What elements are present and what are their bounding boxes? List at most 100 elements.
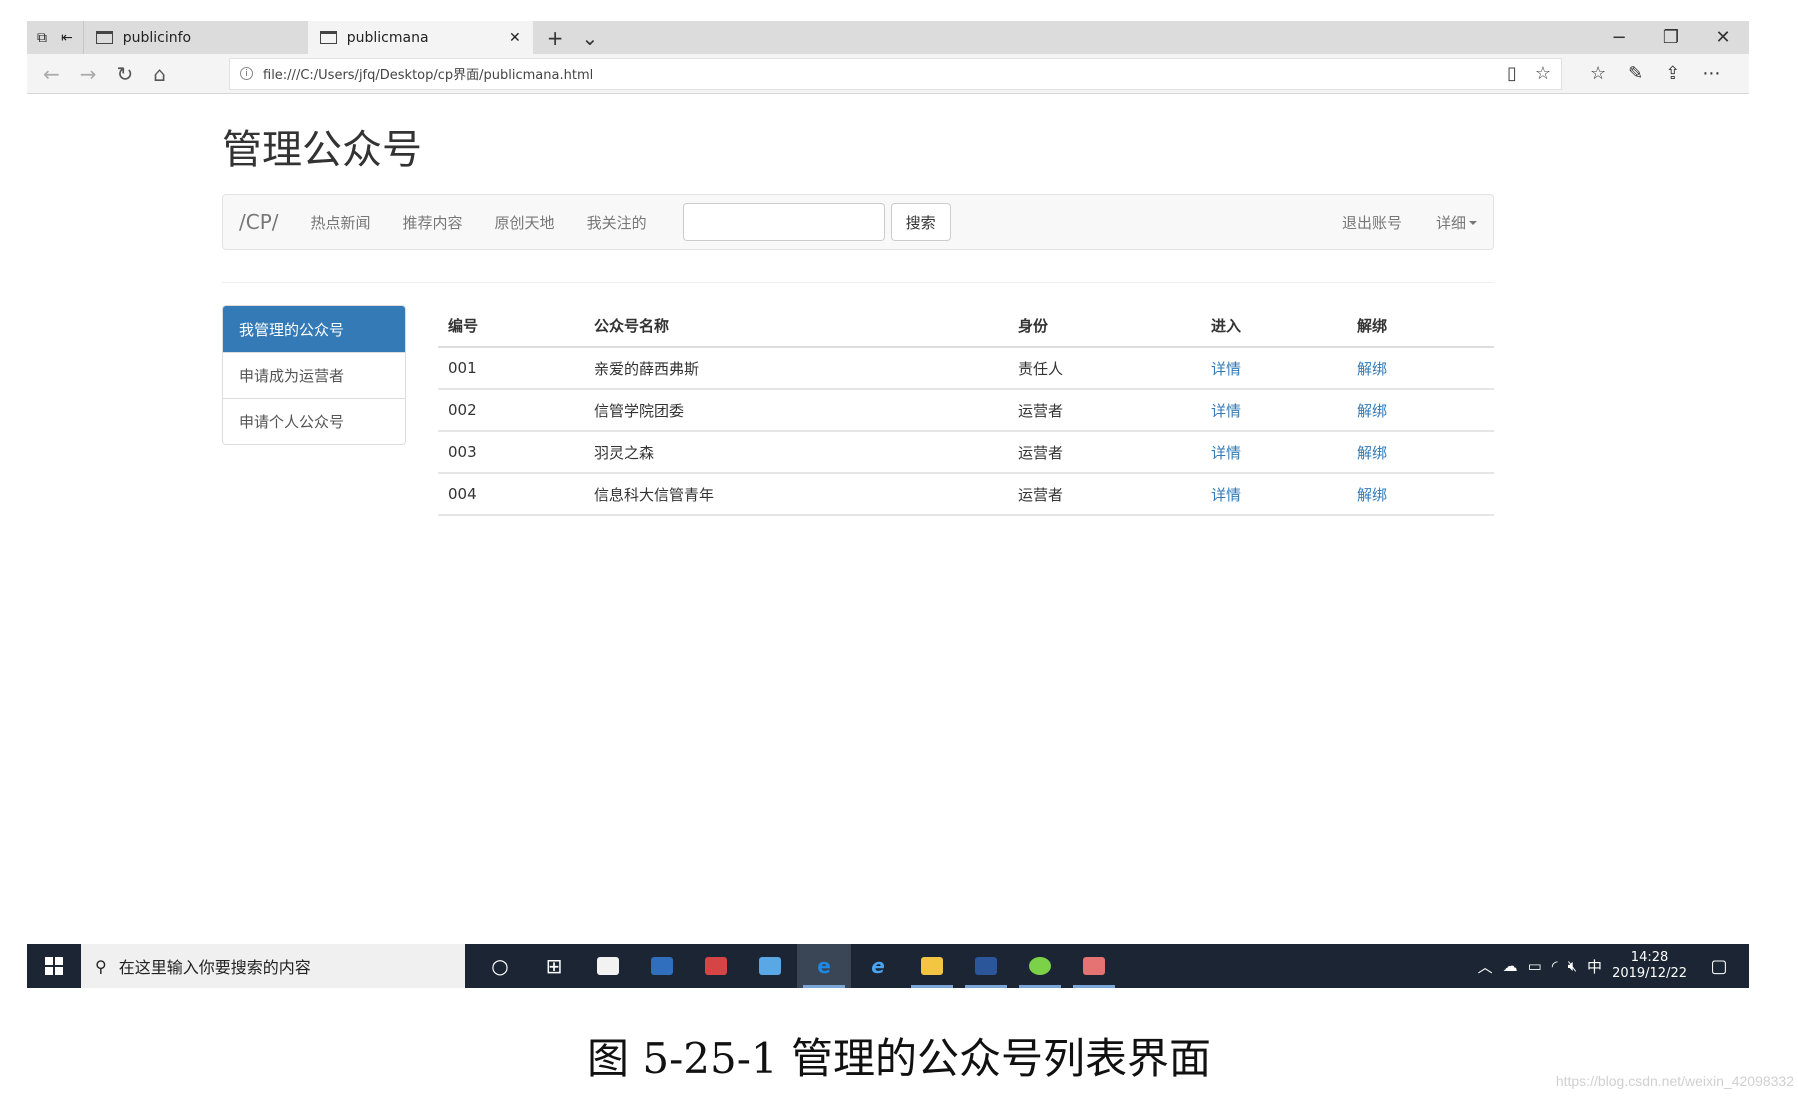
notification-center-icon[interactable]: ▢ <box>1697 956 1741 977</box>
detail-link[interactable]: 详情 <box>1211 402 1241 420</box>
header-role: 身份 <box>1008 305 1201 348</box>
cortana-icon[interactable]: ○ <box>473 944 527 988</box>
caret-down-icon <box>1469 221 1477 225</box>
cell-number: 004 <box>438 473 584 516</box>
tab-title: publicmana <box>346 29 429 46</box>
unbind-link[interactable]: 解绑 <box>1357 444 1387 462</box>
table-header-row: 编号 公众号名称 身份 进入 解绑 <box>438 305 1494 348</box>
cell-account-name: 羽灵之森 <box>584 431 1008 474</box>
detail-link[interactable]: 详情 <box>1211 360 1241 378</box>
clock-date: 2019/12/22 <box>1612 966 1687 981</box>
table-row: 003 羽灵之森 运营者 详情 解绑 <box>438 431 1494 474</box>
sidebar-item-my-accounts[interactable]: 我管理的公众号 <box>223 306 405 352</box>
cell-role: 运营者 <box>1008 473 1201 516</box>
mail-app-icon[interactable] <box>743 944 797 988</box>
wifi-icon[interactable]: ◜ <box>1552 957 1558 975</box>
more-icon[interactable]: ⋯ <box>1702 63 1720 84</box>
cell-role: 责任人 <box>1008 347 1201 390</box>
accounts-table: 编号 公众号名称 身份 进入 解绑 001 亲爱的薛西弗斯 责任人 详情 解绑 … <box>438 305 1494 516</box>
header-number: 编号 <box>438 305 584 348</box>
navigation-buttons: ← → ↻ ⌂ <box>27 62 229 86</box>
info-icon[interactable]: i <box>240 67 253 80</box>
nav-link-hot-news[interactable]: 热点新闻 <box>311 212 371 233</box>
url-actions: ▯ ☆ <box>1507 63 1551 84</box>
forward-icon[interactable]: → <box>80 62 97 86</box>
task-view-icon[interactable]: ⊞ <box>527 944 581 988</box>
chevron-down-icon[interactable]: ⌄ <box>582 26 599 50</box>
navbar-brand[interactable]: /CP/ <box>239 210 279 234</box>
volume-muted-icon[interactable]: 🔇︎ <box>1568 957 1577 975</box>
cell-account-name: 亲爱的薛西弗斯 <box>584 347 1008 390</box>
cell-number: 002 <box>438 389 584 432</box>
tab-publicinfo[interactable]: publicinfo <box>82 21 308 54</box>
cell-number: 003 <box>438 431 584 474</box>
restore-tabs-icon[interactable]: ⇤ <box>61 30 73 46</box>
tab-publicmana[interactable]: publicmana ✕ <box>307 21 533 54</box>
site-navbar: /CP/ 热点新闻 推荐内容 原创天地 我关注的 搜索 退出账号 详细 <box>222 194 1494 250</box>
word-app-icon[interactable] <box>959 944 1013 988</box>
page-content: 管理公众号 /CP/ 热点新闻 推荐内容 原创天地 我关注的 搜索 退出账号 详… <box>222 130 1494 516</box>
refresh-icon[interactable]: ↻ <box>117 62 134 86</box>
url-text: file:///C:/Users/jfq/Desktop/cp界面/public… <box>263 68 594 83</box>
logout-link[interactable]: 退出账号 <box>1342 212 1402 233</box>
unbind-link[interactable]: 解绑 <box>1357 402 1387 420</box>
back-icon[interactable]: ← <box>43 62 60 86</box>
search-button[interactable]: 搜索 <box>890 203 951 241</box>
table-row: 004 信息科大信管青年 运营者 详情 解绑 <box>438 473 1494 516</box>
sidebar: 我管理的公众号 申请成为运营者 申请个人公众号 <box>222 305 406 516</box>
ime-indicator[interactable]: 中 <box>1587 956 1602 977</box>
watermark-text: https://blog.csdn.net/weixin_42098332 <box>1555 1073 1794 1089</box>
share-icon[interactable]: ⇪ <box>1665 63 1680 84</box>
ie-browser-icon[interactable]: e <box>851 944 905 988</box>
set-aside-tabs-icon[interactable]: ⧉ <box>37 30 47 46</box>
search-icon: ⚲ <box>95 956 107 976</box>
paint-app-icon[interactable] <box>1067 944 1121 988</box>
onedrive-cloud-icon[interactable]: ☁ <box>1503 957 1518 975</box>
reading-view-icon[interactable]: ▯ <box>1507 63 1517 84</box>
edge-browser-icon[interactable]: e <box>797 944 851 988</box>
table-row: 001 亲爱的薛西弗斯 责任人 详情 解绑 <box>438 347 1494 390</box>
battery-icon[interactable]: ▭ <box>1528 957 1542 975</box>
favorites-hub-icon[interactable]: ☆ <box>1590 63 1606 84</box>
file-explorer-icon[interactable] <box>905 944 959 988</box>
cell-role: 运营者 <box>1008 389 1201 432</box>
favorite-star-icon[interactable]: ☆ <box>1535 63 1551 84</box>
nav-link-original[interactable]: 原创天地 <box>495 212 555 233</box>
home-icon[interactable]: ⌂ <box>153 62 166 86</box>
windows-logo-icon <box>45 957 63 975</box>
nav-link-recommended[interactable]: 推荐内容 <box>403 212 463 233</box>
detail-link[interactable]: 详情 <box>1211 444 1241 462</box>
store-icon[interactable] <box>581 944 635 988</box>
navbar-right: 退出账号 详细 <box>1342 212 1477 233</box>
close-window-icon[interactable]: ✕ <box>1697 27 1749 48</box>
photos-app-icon[interactable] <box>689 944 743 988</box>
unbind-link[interactable]: 解绑 <box>1357 486 1387 504</box>
search-input[interactable] <box>682 203 885 241</box>
header-unbind: 解绑 <box>1347 305 1494 348</box>
restore-icon[interactable]: ❐ <box>1645 27 1697 48</box>
windows-taskbar: ⚲ 在这里输入你要搜索的内容 ○ ⊞ e e ︿ ☁ ▭ ◜ 🔇︎ 中 14:2… <box>27 944 1749 988</box>
unbind-link[interactable]: 解绑 <box>1357 360 1387 378</box>
sidebar-item-apply-personal[interactable]: 申请个人公众号 <box>223 398 405 444</box>
detail-link[interactable]: 详情 <box>1211 486 1241 504</box>
show-hidden-icons-icon[interactable]: ︿ <box>1478 956 1493 977</box>
notes-app-icon[interactable] <box>635 944 689 988</box>
nav-link-following[interactable]: 我关注的 <box>587 212 647 233</box>
toolbar-icons: ☆ ✎ ⇪ ⋯ <box>1590 63 1720 84</box>
start-button[interactable] <box>27 944 81 988</box>
detail-dropdown[interactable]: 详细 <box>1436 212 1477 233</box>
close-tab-icon[interactable]: ✕ <box>509 30 521 46</box>
detail-label: 详细 <box>1435 213 1466 232</box>
wechat-app-icon[interactable] <box>1013 944 1067 988</box>
figure-caption: 图 5-25-1 管理的公众号列表界面 <box>587 1034 1211 1083</box>
taskbar-clock[interactable]: 14:28 2019/12/22 <box>1612 950 1687 983</box>
page-icon <box>95 31 113 44</box>
pen-icon[interactable]: ✎ <box>1628 63 1643 84</box>
minimize-icon[interactable]: − <box>1593 27 1645 48</box>
taskbar-search[interactable]: ⚲ 在这里输入你要搜索的内容 <box>81 944 465 988</box>
url-field[interactable]: i file:///C:/Users/jfq/Desktop/cp界面/publ… <box>229 57 1562 90</box>
sidebar-item-apply-operator[interactable]: 申请成为运营者 <box>223 352 405 398</box>
taskbar-search-placeholder: 在这里输入你要搜索的内容 <box>118 958 311 977</box>
page-icon <box>319 31 337 44</box>
new-tab-icon[interactable]: + <box>547 26 564 50</box>
